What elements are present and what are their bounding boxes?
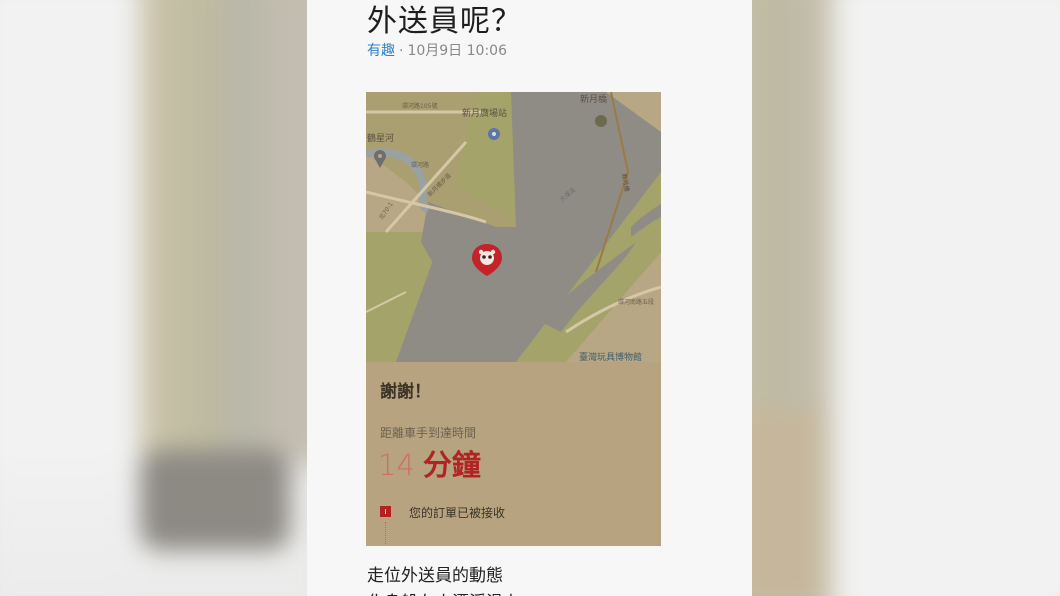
- blurred-backdrop-right: [752, 0, 1060, 596]
- eta-value: 14: [378, 448, 415, 482]
- receipt-icon: [380, 506, 391, 517]
- publish-date: 10月9日 10:06: [407, 43, 507, 59]
- blurred-backdrop-left: [0, 0, 307, 596]
- bridge-pin-icon: [595, 115, 607, 127]
- order-status-card: 謝謝！ 距離車手到達時間 14 分鐘 您的訂單已被接收: [366, 362, 661, 546]
- thanks-heading: 謝謝！: [380, 382, 431, 402]
- map-label-station: 新月廣場站: [462, 107, 507, 119]
- map-label-road-mid: 環河路: [411, 161, 429, 169]
- map-view: 新月廣場站 新月橋 鶴星河 臺灣玩具博物館 環河路105號 北70-1 環河路 …: [366, 92, 661, 362]
- map-label-road-top: 環河路105號: [402, 102, 437, 110]
- map-label-river-park: 鶴星河: [367, 132, 394, 144]
- article-title: 外送員呢？: [367, 4, 522, 39]
- map-label-road-lower-right: 環河南路五段: [618, 298, 654, 306]
- paragraph-1: 走位外送員的動態: [367, 566, 503, 586]
- status-row: 您的訂單已被接收: [380, 502, 505, 521]
- category-link[interactable]: 有趣: [367, 43, 395, 59]
- map-svg: 新月廣場站 新月橋 鶴星河 臺灣玩具博物館 環河路105號 北70-1 環河路 …: [366, 92, 661, 362]
- transit-pin-icon: [488, 128, 500, 140]
- meta-separator: ·: [399, 43, 404, 59]
- status-text: 您的訂單已被接收: [409, 506, 506, 520]
- article-meta: 有趣 · 10月9日 10:06: [367, 40, 507, 60]
- paragraph-2: 化身躲在小漂浮滑上: [367, 588, 520, 596]
- delivery-app-screenshot: 新月廣場站 新月橋 鶴星河 臺灣玩具博物館 環河路105號 北70-1 環河路 …: [366, 92, 661, 546]
- progress-dots: [385, 522, 386, 544]
- eta-display: 14 分鐘: [378, 446, 481, 489]
- article-column: 外送員呢？ 有趣 · 10月9日 10:06 新月廣場站 新月橋 鶴星河 臺灣玩…: [307, 0, 752, 596]
- eta-label: 距離車手到達時間: [380, 426, 477, 440]
- eta-unit: 分鐘: [422, 448, 481, 482]
- map-label-museum: 臺灣玩具博物館: [579, 351, 642, 362]
- map-label-bridge: 新月橋: [580, 93, 607, 105]
